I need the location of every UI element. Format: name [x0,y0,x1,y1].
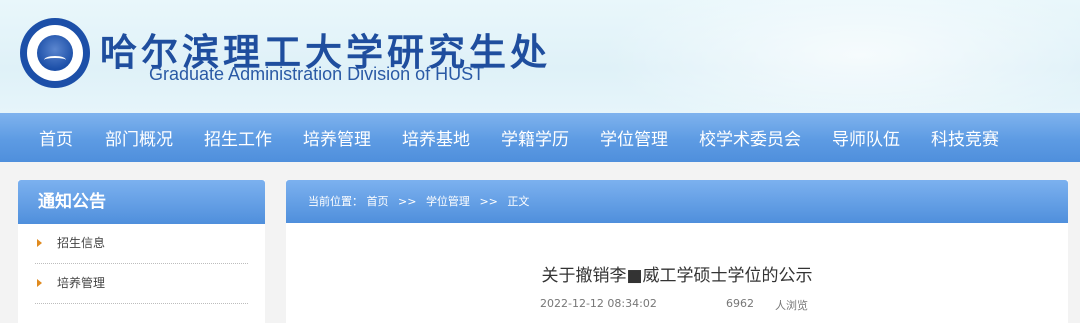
article-view-count: 6962 [726,297,754,310]
nav-item-supervisors[interactable]: 导师队伍 [832,125,900,150]
main-content: 当前位置： 首页 >> 学位管理 >> 正文 关于撤销李■威工学硕士学位的公示 … [286,180,1068,323]
logo-wave [44,56,66,64]
nav-item-competitions[interactable]: 科技竞赛 [931,125,999,150]
logo-core [37,35,73,71]
breadcrumb-section[interactable]: 学位管理 [426,195,470,208]
bullet-triangle-icon [37,279,42,287]
sidebar-item-training-management[interactable]: 培养管理 [35,264,248,304]
site-title-en: Graduate Administration Division of HUST [149,64,485,84]
article-date: 2022-12-12 08:34:02 [540,297,657,310]
breadcrumb: 当前位置： 首页 >> 学位管理 >> 正文 [286,180,1068,223]
nav-item-degree[interactable]: 学位管理 [600,125,668,150]
breadcrumb-current: 正文 [507,195,530,208]
nav-item-home[interactable]: 首页 [39,125,73,150]
sidebar-heading: 通知公告 [18,180,265,224]
sidebar-item-admissions-info[interactable]: 招生信息 [35,224,248,264]
breadcrumb-separator: >> [398,195,417,208]
sidebar: 通知公告 招生信息 培养管理 [18,180,265,323]
bullet-triangle-icon [37,239,42,247]
breadcrumb-home[interactable]: 首页 [367,195,389,208]
nav-item-training-base[interactable]: 培养基地 [402,125,470,150]
nav-item-training[interactable]: 培养管理 [303,125,371,150]
nav-item-admissions[interactable]: 招生工作 [204,125,272,150]
site-header: 哈尔滨理工大学研究生处 Graduate Administration Divi… [0,0,1080,113]
main-nav: 首页 部门概况 招生工作 培养管理 培养基地 学籍学历 学位管理 校学术委员会 … [0,113,1080,162]
sidebar-item-label: 招生信息 [57,236,106,250]
nav-item-academic-committee[interactable]: 校学术委员会 [699,125,801,150]
header-decoration [600,0,1080,113]
breadcrumb-separator: >> [479,195,498,208]
nav-item-about[interactable]: 部门概况 [105,125,173,150]
breadcrumb-prefix: 当前位置： [308,195,363,208]
article-title: 关于撤销李■威工学硕士学位的公示 [541,266,813,286]
article-views-label: 人浏览 [775,299,808,312]
sidebar-item-label: 培养管理 [57,276,106,290]
university-logo[interactable] [22,20,88,86]
nav-item-student-records[interactable]: 学籍学历 [501,125,569,150]
